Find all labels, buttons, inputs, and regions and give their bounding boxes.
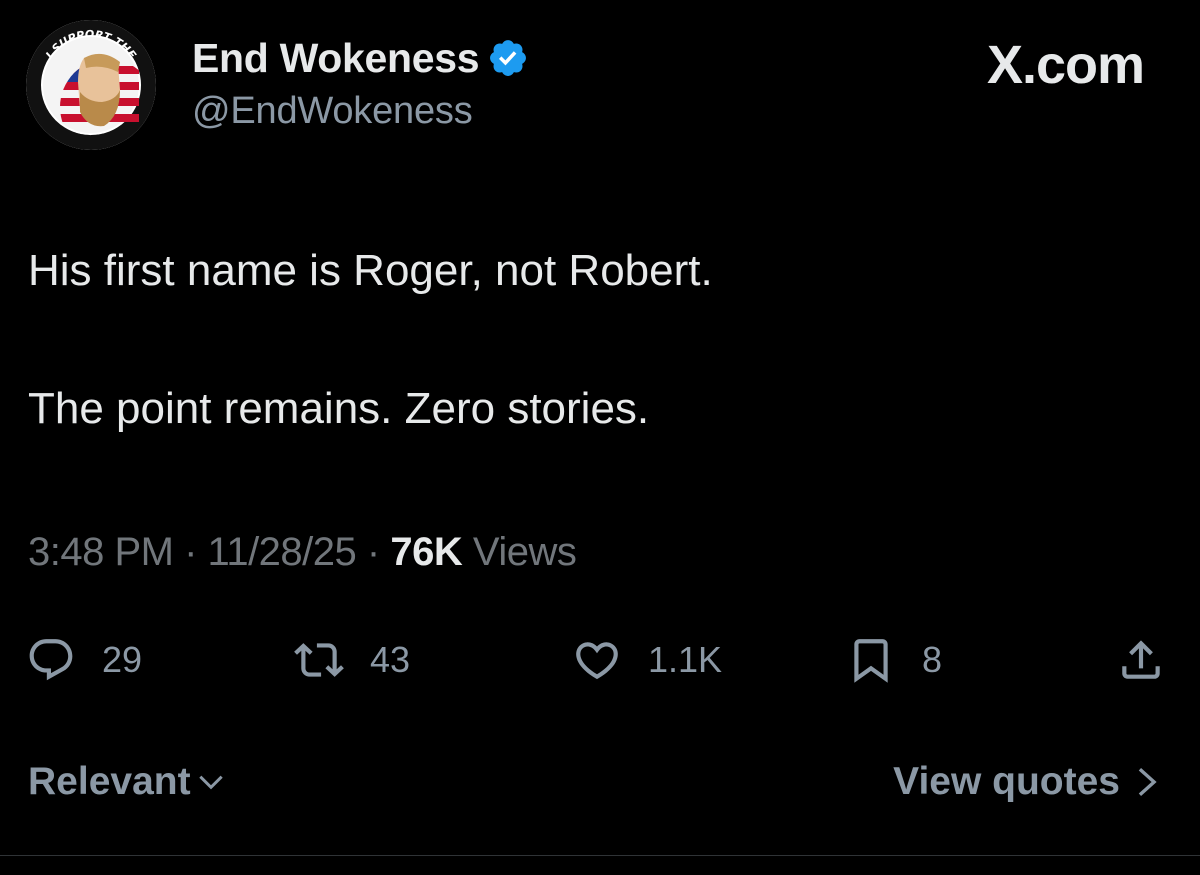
like-button[interactable]: 1.1K [572, 628, 722, 692]
avatar[interactable]: I SUPPORT THE FORMER THINGS [26, 20, 156, 150]
view-quotes-label: View quotes [893, 760, 1120, 803]
share-button[interactable] [1116, 628, 1166, 692]
views-count: 76K [390, 530, 463, 574]
chevron-right-icon [1138, 767, 1157, 797]
retweet-icon [294, 643, 344, 677]
bookmark-icon [854, 639, 888, 683]
sort-dropdown[interactable]: Relevant [28, 760, 227, 804]
bookmark-count: 8 [922, 639, 943, 680]
retweet-count: 43 [370, 639, 411, 680]
like-count: 1.1K [648, 639, 723, 680]
tweet-paragraph: His first name is Roger, not Robert. [28, 246, 713, 295]
author-block: End Wokeness @EndWokeness [192, 32, 529, 133]
name-row: End Wokeness [192, 32, 529, 84]
tweet-header: I SUPPORT THE FORMER THINGS [26, 20, 1176, 160]
reply-count: 29 [102, 639, 143, 680]
view-quotes-link[interactable]: View quotes [893, 760, 1162, 804]
separator-dot: · [366, 530, 380, 574]
tweet-date[interactable]: 11/28/25 [208, 530, 357, 574]
avatar-image: I SUPPORT THE FORMER THINGS [26, 20, 156, 150]
reply-button[interactable]: 29 [26, 628, 142, 692]
views-label: Views [472, 530, 577, 574]
tweet-metadata: 3:48 PM · 11/28/25 · 76K Views [28, 530, 577, 575]
action-bar: 29 43 1.1K 8 [26, 628, 1176, 692]
verified-badge-icon [487, 37, 529, 79]
sort-label: Relevant [28, 760, 191, 803]
display-name[interactable]: End Wokeness [192, 35, 480, 82]
chevron-down-icon [198, 775, 223, 790]
reply-icon [29, 639, 73, 681]
user-handle[interactable]: @EndWokeness [192, 90, 529, 133]
replies-footer: Relevant View quotes [28, 760, 1162, 816]
tweet-time[interactable]: 3:48 PM [28, 530, 174, 574]
share-icon [1122, 640, 1160, 679]
tweet-paragraph: The point remains. Zero stories. [28, 384, 650, 433]
bookmark-button[interactable]: 8 [846, 628, 942, 692]
retweet-button[interactable]: 43 [294, 628, 410, 692]
heart-icon [576, 642, 618, 680]
separator-dot: · [184, 530, 197, 574]
divider [0, 855, 1200, 856]
tweet-text: His first name is Roger, not Robert. The… [28, 240, 1168, 516]
x-watermark: X.com [986, 35, 1145, 95]
